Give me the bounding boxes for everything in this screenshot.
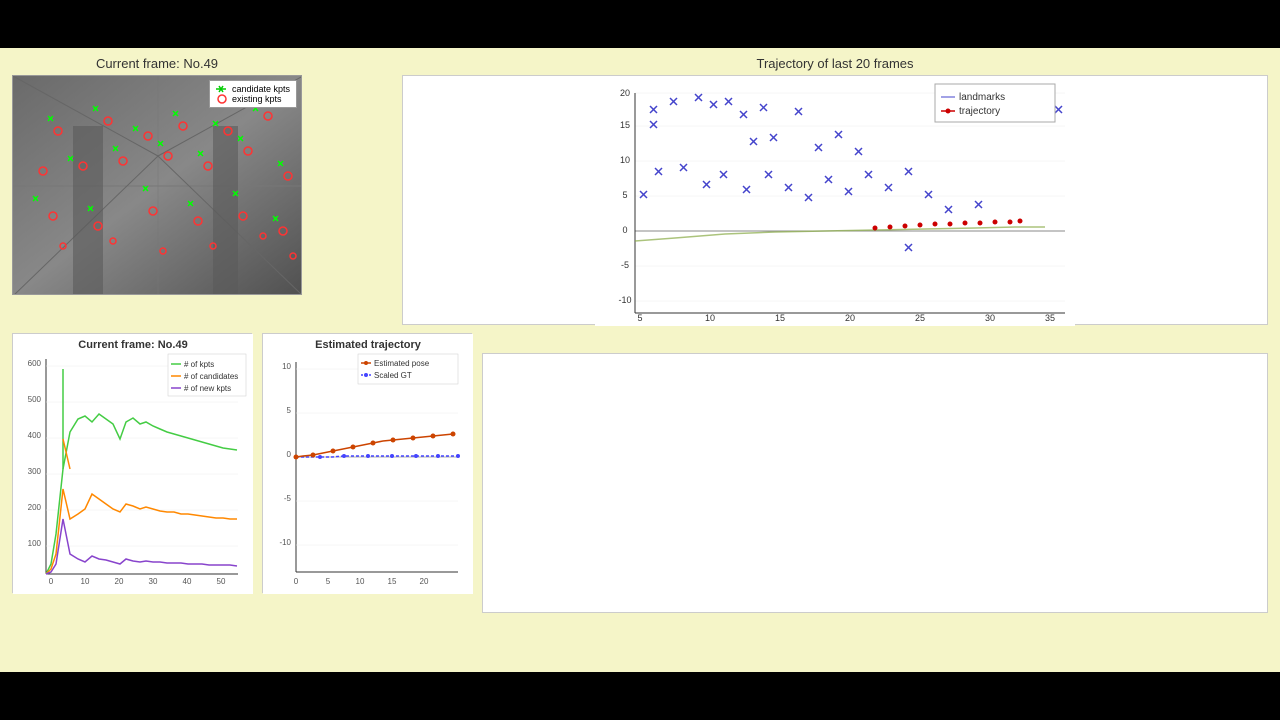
kpts-chart: Current frame: No.49 600 500 400 300 200… — [12, 333, 252, 593]
svg-text:10: 10 — [356, 577, 365, 586]
svg-text:-10: -10 — [618, 295, 631, 305]
svg-text:-10: -10 — [279, 538, 291, 547]
svg-text:50: 50 — [217, 577, 226, 586]
svg-text:500: 500 — [28, 395, 42, 404]
svg-text:# of new kpts: # of new kpts — [184, 384, 231, 393]
svg-text:10: 10 — [620, 155, 630, 165]
svg-text:600: 600 — [28, 359, 42, 368]
svg-text:40: 40 — [183, 577, 192, 586]
camera-panel-title: Current frame: No.49 — [96, 56, 218, 71]
svg-text:200: 200 — [28, 503, 42, 512]
est-trajectory-panel: Estimated trajectory 10 5 0 -5 -10 0 5 1… — [262, 333, 472, 664]
svg-text:trajectory: trajectory — [959, 106, 1000, 117]
svg-text:5: 5 — [637, 313, 642, 323]
svg-text:10: 10 — [705, 313, 715, 323]
svg-text:-5: -5 — [284, 494, 292, 503]
top-black-bar — [0, 0, 1280, 48]
est-traj-chart: Estimated trajectory 10 5 0 -5 -10 0 5 1… — [262, 333, 472, 593]
svg-text:10: 10 — [282, 362, 291, 371]
bottom-row: Current frame: No.49 600 500 400 300 200… — [12, 333, 1268, 664]
camera-view: candidate kpts existing kpts candidate k… — [12, 75, 302, 295]
svg-text:15: 15 — [388, 577, 397, 586]
bottom-trajectory-panel — [482, 333, 1268, 664]
svg-text:0: 0 — [294, 577, 299, 586]
svg-text:5: 5 — [287, 406, 292, 415]
svg-text:15: 15 — [620, 120, 630, 130]
svg-text:400: 400 — [28, 431, 42, 440]
kpts-panel: Current frame: No.49 600 500 400 300 200… — [12, 333, 252, 664]
svg-text:30: 30 — [985, 313, 995, 323]
svg-text:# of candidates: # of candidates — [184, 372, 238, 381]
svg-text:15: 15 — [775, 313, 785, 323]
svg-text:0: 0 — [287, 450, 292, 459]
candidate-kpts-label: candidate kpts — [232, 84, 290, 94]
svg-text:25: 25 — [915, 313, 925, 323]
svg-text:0: 0 — [622, 225, 627, 235]
bottom-black-bar — [0, 672, 1280, 720]
svg-text:Estimated trajectory: Estimated trajectory — [315, 339, 422, 351]
svg-text:20: 20 — [420, 577, 429, 586]
svg-text:100: 100 — [28, 539, 42, 548]
svg-text:20: 20 — [845, 313, 855, 323]
svg-text:35: 35 — [1045, 313, 1055, 323]
bottom-traj-chart — [482, 353, 1268, 613]
top-row: Current frame: No.49 — [12, 56, 1268, 325]
svg-text:Scaled GT: Scaled GT — [374, 371, 412, 380]
svg-text:Estimated pose: Estimated pose — [374, 359, 430, 368]
svg-text:300: 300 — [28, 467, 42, 476]
svg-text:30: 30 — [149, 577, 158, 586]
main-content: Current frame: No.49 — [0, 48, 1280, 672]
svg-text:10: 10 — [81, 577, 90, 586]
svg-text:# of kpts: # of kpts — [184, 360, 214, 369]
camera-panel: Current frame: No.49 — [12, 56, 302, 325]
svg-text:landmarks: landmarks — [959, 92, 1005, 103]
svg-text:20: 20 — [115, 577, 124, 586]
svg-text:20: 20 — [620, 88, 630, 98]
trajectory-panel-title: Trajectory of last 20 frames — [756, 56, 913, 71]
svg-text:Current frame: No.49: Current frame: No.49 — [78, 339, 187, 351]
svg-text:5: 5 — [622, 190, 627, 200]
svg-text:0: 0 — [49, 577, 54, 586]
camera-legend: candidate kpts existing kpts — [209, 80, 297, 108]
existing-kpts-label: existing kpts — [232, 94, 282, 104]
trajectory-panel: Trajectory of last 20 frames 20 15 10 5 … — [402, 56, 1268, 325]
svg-text:-5: -5 — [621, 260, 629, 270]
svg-text:5: 5 — [326, 577, 331, 586]
trajectory-chart-top: 20 15 10 5 0 -5 -10 5 10 15 20 25 30 35 — [402, 75, 1268, 325]
